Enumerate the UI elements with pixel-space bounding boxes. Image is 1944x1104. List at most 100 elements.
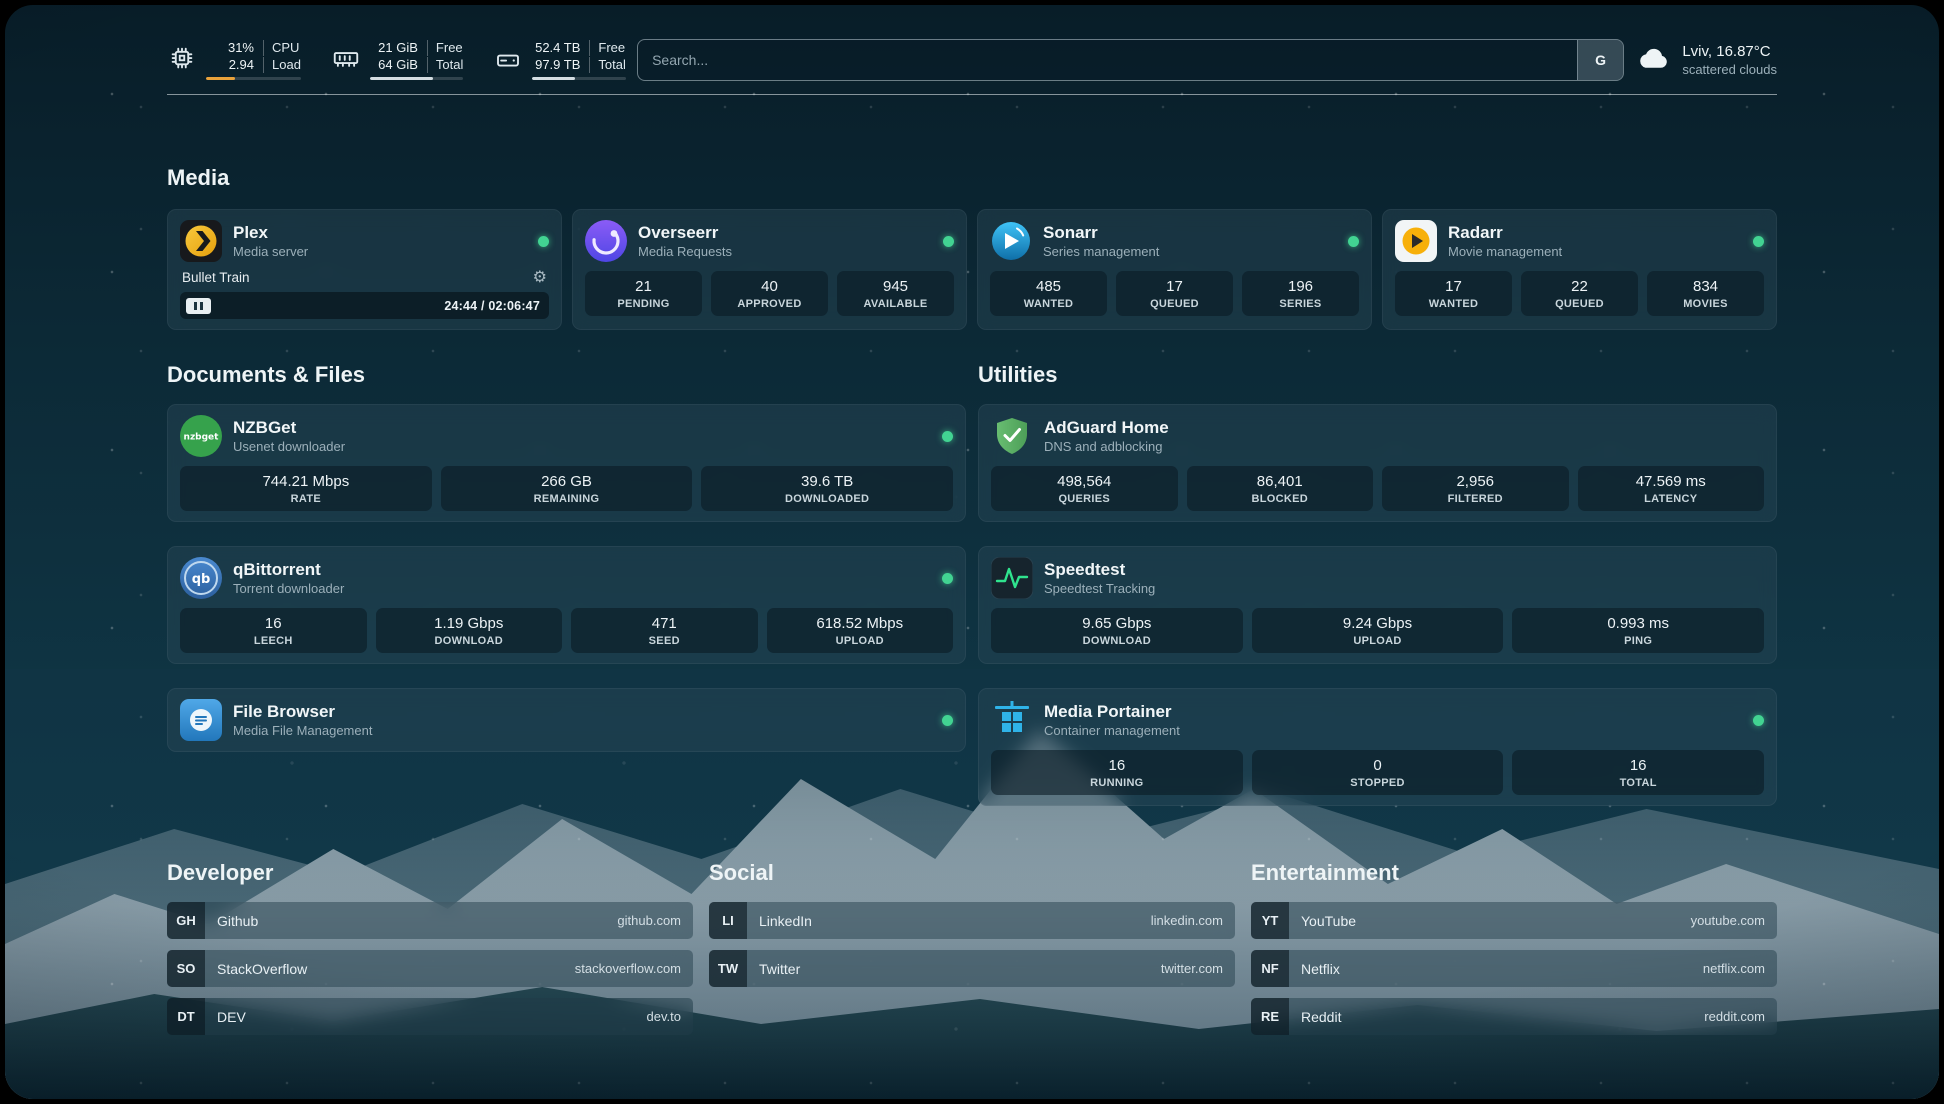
service-subtitle: Media File Management bbox=[233, 723, 372, 738]
youtube-badge-icon: YT bbox=[1251, 902, 1289, 939]
gear-icon[interactable]: ⚙ bbox=[533, 269, 547, 285]
qbittorrent-icon: qb bbox=[180, 557, 222, 599]
stat-queued: 17QUEUED bbox=[1116, 271, 1233, 316]
service-name: Sonarr bbox=[1043, 223, 1159, 243]
service-name: AdGuard Home bbox=[1044, 418, 1169, 438]
stat-total: 16TOTAL bbox=[1512, 750, 1764, 795]
pause-icon[interactable] bbox=[186, 298, 211, 314]
disk-label-1: Free bbox=[589, 40, 625, 56]
service-subtitle: Media server bbox=[233, 244, 308, 259]
plex-seekbar[interactable]: 24:44 / 02:06:47 bbox=[180, 292, 549, 319]
weather-widget[interactable]: Lviv, 16.87°C scattered clouds bbox=[1635, 40, 1777, 81]
plex-icon bbox=[180, 220, 222, 262]
service-card-portainer[interactable]: Media Portainer Container management 16R… bbox=[978, 688, 1777, 806]
link-name: Github bbox=[217, 913, 258, 929]
memory-meter bbox=[370, 77, 463, 80]
link-domain: linkedin.com bbox=[1151, 913, 1223, 928]
status-dot bbox=[942, 715, 953, 726]
svg-text:nzbget: nzbget bbox=[184, 433, 220, 443]
cpu-value-1: 31% bbox=[206, 40, 254, 56]
memory-value-1: 21 GiB bbox=[370, 40, 418, 56]
stat-ping: 0.993 msPING bbox=[1512, 608, 1764, 653]
service-name: Overseerr bbox=[638, 223, 732, 243]
developer-heading: Developer bbox=[167, 860, 693, 886]
link-youtube[interactable]: YT YouTube youtube.com bbox=[1251, 902, 1777, 939]
stat-movies: 834MOVIES bbox=[1647, 271, 1764, 316]
disk-icon bbox=[493, 43, 523, 78]
stat-rate: 744.21 MbpsRATE bbox=[180, 466, 432, 511]
link-domain: dev.to bbox=[647, 1009, 681, 1024]
overseerr-icon bbox=[585, 220, 627, 262]
service-card-filebrowser[interactable]: File Browser Media File Management bbox=[167, 688, 966, 752]
section-utilities: Utilities AdGuard Home DNS and adbloc bbox=[978, 362, 1777, 806]
stat-downloaded: 39.6 TBDOWNLOADED bbox=[701, 466, 953, 511]
service-card-speedtest[interactable]: Speedtest Speedtest Tracking 9.65 GbpsDO… bbox=[978, 546, 1777, 664]
stat-latency: 47.569 msLATENCY bbox=[1578, 466, 1765, 511]
search-input[interactable] bbox=[638, 40, 1577, 80]
cloud-icon bbox=[1635, 40, 1671, 81]
service-card-plex[interactable]: Plex Media server Bullet Train ⚙ 24:44 /… bbox=[167, 209, 562, 330]
link-name: StackOverflow bbox=[217, 961, 307, 977]
service-card-radarr[interactable]: Radarr Movie management 17WANTED 22QUEUE… bbox=[1382, 209, 1777, 330]
link-name: YouTube bbox=[1301, 913, 1356, 929]
stat-series: 196SERIES bbox=[1242, 271, 1359, 316]
stat-queued: 22QUEUED bbox=[1521, 271, 1638, 316]
link-dev[interactable]: DT DEV dev.to bbox=[167, 998, 693, 1035]
service-subtitle: Speedtest Tracking bbox=[1044, 581, 1155, 596]
search-provider-button[interactable]: G bbox=[1577, 40, 1623, 80]
service-subtitle: Container management bbox=[1044, 723, 1180, 738]
stackoverflow-badge-icon: SO bbox=[167, 950, 205, 987]
disk-meter bbox=[532, 77, 625, 80]
service-name: NZBGet bbox=[233, 418, 345, 438]
link-domain: stackoverflow.com bbox=[575, 961, 681, 976]
status-dot bbox=[942, 573, 953, 584]
link-name: Twitter bbox=[759, 961, 800, 977]
link-domain: netflix.com bbox=[1703, 961, 1765, 976]
entertainment-heading: Entertainment bbox=[1251, 860, 1777, 886]
service-name: qBittorrent bbox=[233, 560, 344, 580]
resource-widgets: 31% CPU 2.94 Load bbox=[167, 40, 626, 81]
twitter-badge-icon: TW bbox=[709, 950, 747, 987]
stat-running: 16RUNNING bbox=[991, 750, 1243, 795]
radarr-icon bbox=[1395, 220, 1437, 262]
search-bar[interactable]: G bbox=[637, 39, 1624, 81]
topbar: 31% CPU 2.94 Load bbox=[167, 5, 1777, 81]
stat-upload: 618.52 MbpsUPLOAD bbox=[767, 608, 954, 653]
service-card-sonarr[interactable]: Sonarr Series management 485WANTED 17QUE… bbox=[977, 209, 1372, 330]
link-github[interactable]: GH Github github.com bbox=[167, 902, 693, 939]
link-domain: github.com bbox=[617, 913, 681, 928]
stat-download: 1.19 GbpsDOWNLOAD bbox=[376, 608, 563, 653]
github-badge-icon: GH bbox=[167, 902, 205, 939]
stat-pending: 21PENDING bbox=[585, 271, 702, 316]
stat-leech: 16LEECH bbox=[180, 608, 367, 653]
cpu-label-2: Load bbox=[263, 57, 301, 73]
status-dot bbox=[538, 236, 549, 247]
memory-widget: 21 GiB Free 64 GiB Total bbox=[331, 40, 463, 81]
stat-blocked: 86,401BLOCKED bbox=[1187, 466, 1374, 511]
service-card-adguard[interactable]: AdGuard Home DNS and adblocking 498,564Q… bbox=[978, 404, 1777, 522]
svg-text:qb: qb bbox=[192, 572, 211, 587]
service-card-qbittorrent[interactable]: qb qBittorrent Torrent downloader 16LEEC… bbox=[167, 546, 966, 664]
documents-heading: Documents & Files bbox=[167, 362, 966, 388]
filebrowser-icon bbox=[180, 699, 222, 741]
link-linkedin[interactable]: LI LinkedIn linkedin.com bbox=[709, 902, 1235, 939]
link-name: Reddit bbox=[1301, 1009, 1341, 1025]
stat-queries: 498,564QUERIES bbox=[991, 466, 1178, 511]
service-subtitle: Usenet downloader bbox=[233, 439, 345, 454]
link-domain: youtube.com bbox=[1691, 913, 1765, 928]
section-documents: Documents & Files nzbget NZBGet Usenet d… bbox=[167, 362, 966, 752]
service-subtitle: Movie management bbox=[1448, 244, 1562, 259]
link-reddit[interactable]: RE Reddit reddit.com bbox=[1251, 998, 1777, 1035]
link-stackoverflow[interactable]: SO StackOverflow stackoverflow.com bbox=[167, 950, 693, 987]
memory-label-2: Total bbox=[427, 57, 463, 73]
link-netflix[interactable]: NF Netflix netflix.com bbox=[1251, 950, 1777, 987]
section-media: Media Plex Media server bbox=[167, 165, 1777, 330]
dev-badge-icon: DT bbox=[167, 998, 205, 1035]
service-card-nzbget[interactable]: nzbget NZBGet Usenet downloader 744.21 M… bbox=[167, 404, 966, 522]
service-card-overseerr[interactable]: Overseerr Media Requests 21PENDING 40APP… bbox=[572, 209, 967, 330]
stat-download: 9.65 GbpsDOWNLOAD bbox=[991, 608, 1243, 653]
topbar-divider bbox=[167, 94, 1777, 95]
status-dot bbox=[1753, 236, 1764, 247]
social-heading: Social bbox=[709, 860, 1235, 886]
link-twitter[interactable]: TW Twitter twitter.com bbox=[709, 950, 1235, 987]
